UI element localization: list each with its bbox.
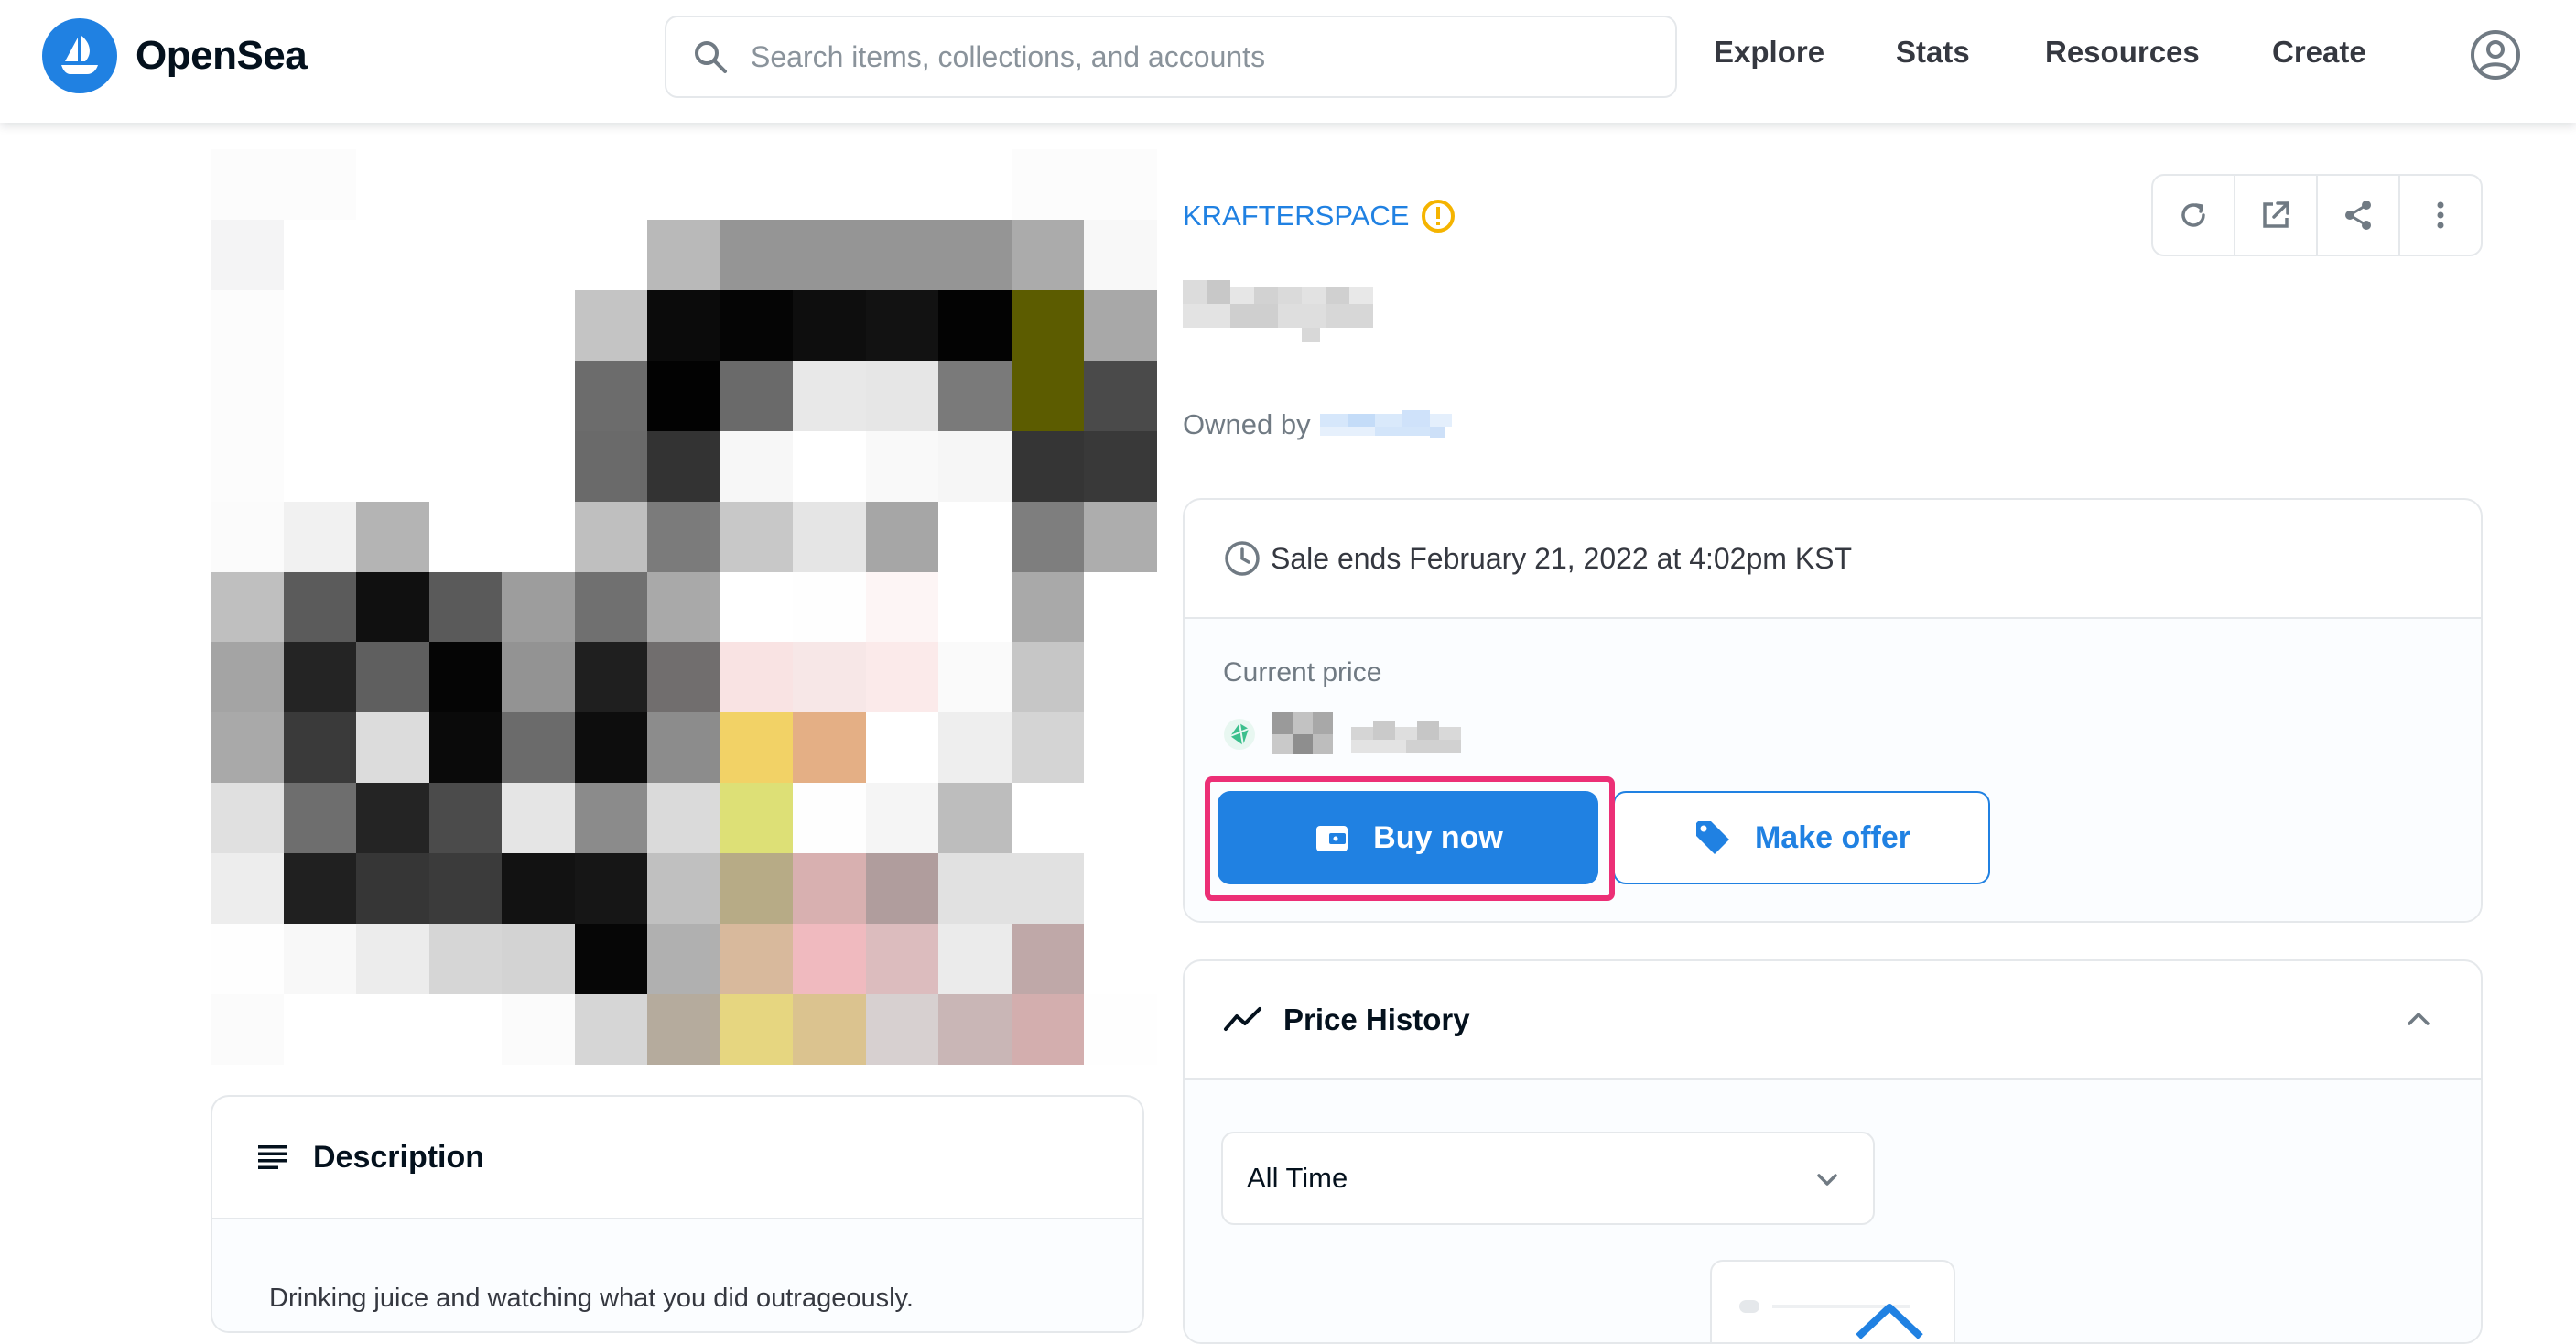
- more-vertical-icon: [2437, 201, 2444, 229]
- search-icon: [695, 41, 727, 73]
- chevron-down-icon: [1817, 1174, 1837, 1186]
- empty-chart-illustration: [1710, 1260, 1955, 1342]
- chart-placeholder-icon: [1739, 1300, 1923, 1339]
- price-amount-blurred: [1272, 712, 1461, 754]
- time-range-select[interactable]: All Time: [1221, 1132, 1875, 1225]
- wallet-icon: [1316, 826, 1348, 851]
- trend-line-icon: [1224, 1007, 1261, 1031]
- nav-resources[interactable]: Resources: [2045, 35, 2200, 70]
- more-options-button[interactable]: [2400, 176, 2481, 255]
- description-header[interactable]: Description: [212, 1097, 1142, 1219]
- nft-image[interactable]: [211, 149, 1157, 1065]
- search-bar[interactable]: [665, 16, 1677, 98]
- nav-create[interactable]: Create: [2272, 35, 2366, 70]
- collection-link[interactable]: KRAFTERSPACE: [1183, 198, 1456, 234]
- description-text: Drinking juice and watching what you did…: [212, 1219, 1142, 1331]
- klay-token-icon[interactable]: [1223, 718, 1256, 751]
- current-price-label: Current price: [1223, 657, 1382, 688]
- chevron-up-icon[interactable]: [2402, 1003, 2435, 1035]
- brand-name: OpenSea: [135, 33, 308, 78]
- search-input[interactable]: [751, 39, 1629, 74]
- make-offer-button[interactable]: Make offer: [1613, 791, 1990, 884]
- share-button[interactable]: [2318, 176, 2400, 255]
- description-panel: Description Drinking juice and watching …: [211, 1095, 1144, 1333]
- account-icon[interactable]: [2470, 29, 2521, 81]
- buy-now-label: Buy now: [1373, 819, 1503, 855]
- warning-icon[interactable]: [1420, 198, 1456, 234]
- item-name-blurred: [1183, 280, 1373, 342]
- item-toolbar: [2151, 174, 2483, 256]
- nav-explore[interactable]: Explore: [1714, 35, 1824, 70]
- collection-name[interactable]: KRAFTERSPACE: [1183, 200, 1409, 233]
- sailboat-icon: [42, 18, 117, 93]
- opensea-logo[interactable]: OpenSea: [42, 18, 308, 93]
- refresh-button[interactable]: [2153, 176, 2235, 255]
- time-range-value: All Time: [1247, 1162, 1348, 1194]
- price-history-body: All Time: [1185, 1080, 2481, 1342]
- sale-end-row: Sale ends February 21, 2022 at 4:02pm KS…: [1185, 500, 2481, 619]
- buy-now-button[interactable]: Buy now: [1218, 791, 1598, 884]
- list-lines-icon: [258, 1145, 287, 1169]
- price-history-header[interactable]: Price History: [1185, 961, 2481, 1080]
- owner-label: Owned by: [1183, 408, 1311, 440]
- nav-stats[interactable]: Stats: [1896, 35, 1970, 70]
- external-link-button[interactable]: [2235, 176, 2318, 255]
- current-price: [1223, 709, 1483, 760]
- sale-end-text: Sale ends February 21, 2022 at 4:02pm KS…: [1271, 541, 1853, 575]
- top-navbar: OpenSea Explore Stats Resources Create: [0, 0, 2576, 123]
- price-history-panel: Price History All Time: [1183, 959, 2483, 1344]
- clock-icon: [1225, 541, 1260, 576]
- share-icon: [2345, 201, 2371, 230]
- external-link-icon: [2263, 201, 2289, 228]
- owner-name-blurred[interactable]: [1319, 408, 1457, 441]
- price-history-title: Price History: [1283, 1003, 1470, 1036]
- refresh-icon: [2181, 203, 2205, 227]
- description-title: Description: [313, 1139, 485, 1175]
- make-offer-label: Make offer: [1754, 819, 1911, 855]
- owner-row: Owned by: [1183, 408, 1457, 441]
- tag-icon: [1695, 821, 1729, 854]
